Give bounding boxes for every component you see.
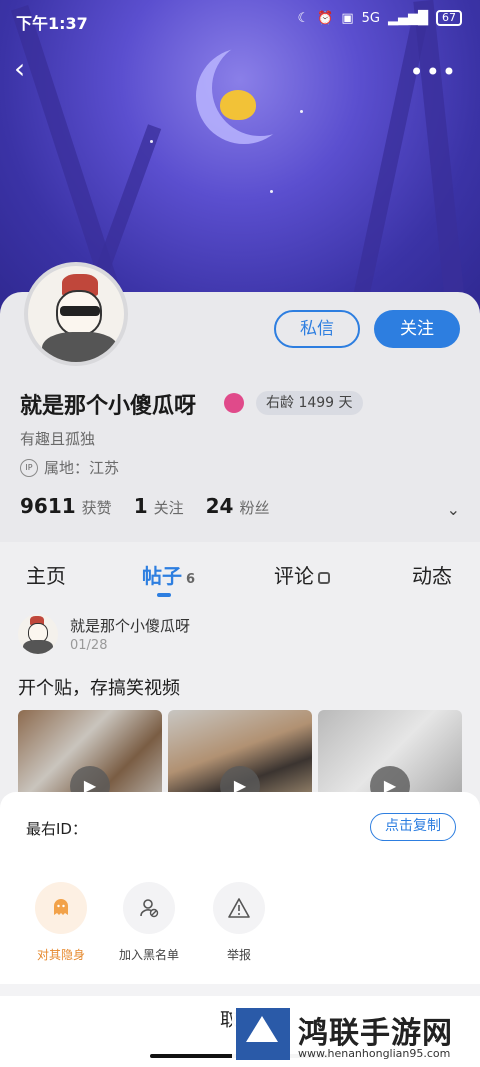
block-user-icon	[123, 882, 175, 934]
profile-stats: 9611 获赞 1 关注 24 粉丝	[20, 494, 269, 518]
sparkle	[300, 110, 303, 113]
ghost-icon	[35, 882, 87, 934]
watermark-title: 鸿联手游网	[298, 1016, 453, 1051]
more-dots-icon[interactable]: •••	[410, 58, 458, 86]
tab-label: 动态	[412, 564, 452, 588]
user-id-label: 最右ID：	[26, 820, 87, 838]
chevron-down-icon[interactable]: ⌄	[447, 500, 460, 519]
tab-label: 主页	[26, 564, 66, 588]
action-label: 加入黑名单	[118, 948, 179, 962]
tab-home[interactable]: 主页	[26, 560, 66, 589]
site-watermark: 鸿联手游网 www.henanhonglian95.com	[232, 1006, 476, 1064]
chevron-left-icon[interactable]: ‹	[14, 55, 40, 83]
lock-icon	[318, 571, 330, 584]
stat-label: 获赞	[81, 499, 112, 517]
profile-tabs: 主页 帖子 6 评论 动态	[0, 560, 480, 600]
avatar-body	[42, 332, 118, 362]
video-thumbnail[interactable]: ▶	[18, 710, 162, 800]
logo-peak	[246, 1016, 278, 1042]
warning-icon	[213, 882, 265, 934]
post-author-avatar[interactable]	[18, 614, 58, 654]
active-tab-indicator	[157, 593, 171, 597]
stat-following[interactable]: 1 关注	[134, 494, 184, 518]
moon-character-illustration	[220, 90, 256, 120]
bio: 有趣且孤独	[20, 430, 96, 448]
location-text: 属地：江苏	[44, 459, 120, 477]
location: IP 属地：江苏	[20, 457, 119, 478]
stat-likes[interactable]: 9611 获赞	[20, 494, 112, 518]
banner-tree	[413, 0, 467, 320]
copy-id-button[interactable]: 点击复制	[370, 813, 456, 841]
5g-signal-icon: 5G	[361, 10, 380, 26]
stat-label: 粉丝	[239, 499, 270, 517]
tab-label: 帖子	[142, 564, 182, 588]
post-title[interactable]: 开个贴，存搞笑视频	[18, 674, 180, 700]
status-time: 下午1:37	[16, 14, 88, 33]
watermark-url: www.henanhonglian95.com	[298, 1047, 451, 1060]
moon-icon: ☾	[297, 10, 310, 26]
action-label: 举报	[226, 948, 251, 962]
sparkle	[270, 190, 273, 193]
avatar[interactable]	[24, 262, 128, 366]
stat-label: 关注	[153, 499, 184, 517]
post-date: 01/28	[70, 638, 108, 653]
stat-value: 9611	[20, 494, 76, 518]
report-button[interactable]: 举报	[194, 882, 284, 963]
tab-activity[interactable]: 动态	[412, 560, 452, 589]
stat-fans[interactable]: 24 粉丝	[206, 494, 270, 518]
tab-comments[interactable]: 评论	[274, 560, 330, 589]
username: 就是那个小傻瓜呀	[20, 394, 197, 419]
status-bar: 下午1:37 ☾ ⏰ ▣ 5G ▂▄▆█ 67	[0, 0, 480, 40]
stat-value: 24	[205, 494, 234, 518]
follow-button[interactable]: 关注	[374, 310, 460, 348]
age-tag: 右龄 1499 天	[256, 391, 363, 415]
watermark-logo	[236, 1008, 290, 1060]
avatar-glasses	[60, 306, 100, 316]
video-thumbnail[interactable]: ▶	[318, 710, 462, 800]
sheet-divider	[0, 984, 480, 996]
status-icons: ☾ ⏰ ▣ 5G ▂▄▆█ 67	[297, 10, 462, 26]
tab-label: 评论	[274, 564, 314, 588]
signal-bars-icon: ▂▄▆█	[388, 10, 428, 26]
message-button[interactable]: 私信	[274, 310, 360, 348]
action-label: 对其隐身	[36, 948, 85, 962]
battery-icon: 67	[436, 10, 462, 26]
hd-icon: ▣	[341, 10, 354, 26]
tab-count: 6	[186, 572, 196, 587]
tab-posts[interactable]: 帖子 6	[142, 560, 195, 589]
ip-icon: IP	[20, 458, 38, 477]
badge-icon[interactable]	[224, 393, 244, 413]
block-user-button[interactable]: 加入黑名单	[104, 882, 194, 963]
avatar-body	[23, 640, 53, 654]
sparkle	[150, 140, 153, 143]
alarm-icon: ⏰	[317, 10, 334, 26]
post-author[interactable]: 就是那个小傻瓜呀	[70, 615, 190, 636]
video-thumbnail[interactable]: ▶	[168, 710, 312, 800]
stat-value: 1	[133, 494, 148, 518]
hide-from-user-button[interactable]: 对其隐身	[16, 882, 106, 963]
